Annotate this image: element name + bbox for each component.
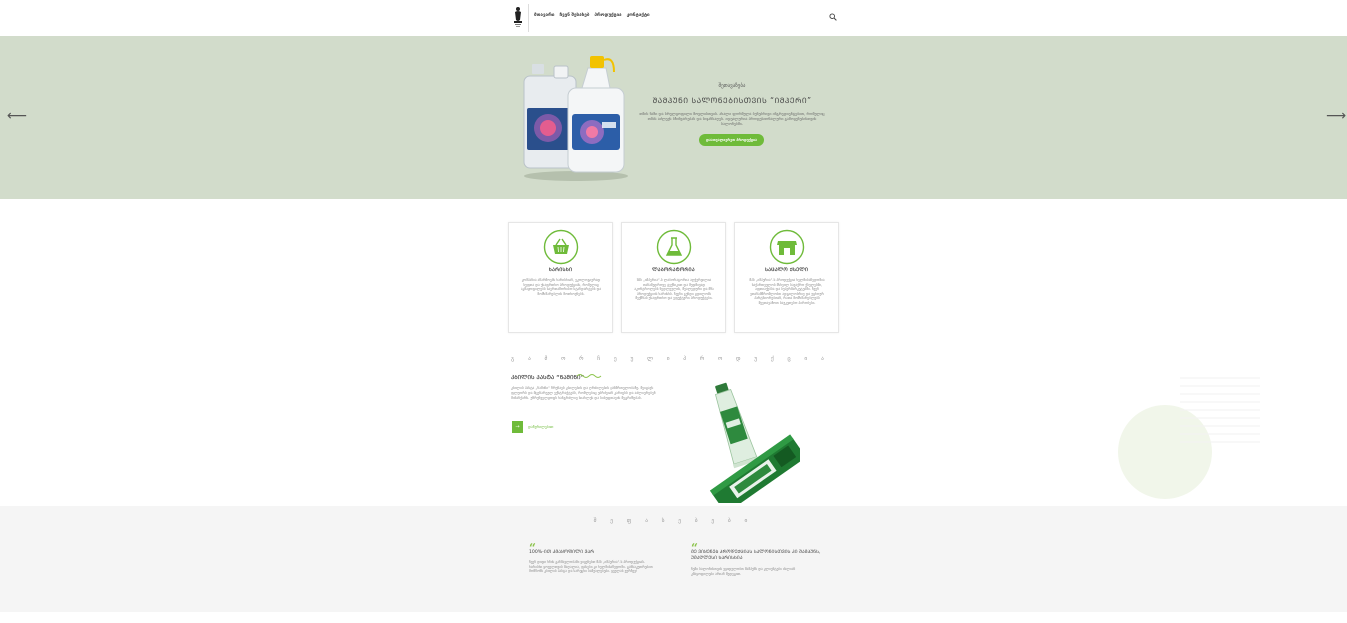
hero-description: თმის ნაზი და სრულყოფილი მოვლისთვის. ახალ…	[639, 111, 825, 126]
testimonial-text: ჩვენ დიდი ხნის განმავლობაში ვიყენებთ შპს…	[529, 560, 653, 574]
feature-title: ᲡᲐᲪᲐᲚᲝ ᲥᲡᲔᲚᲘ	[764, 268, 809, 273]
store-icon	[769, 229, 805, 265]
feature-text: შპს „იმპერია“-ს ლაბორატორია აღჭურვილია თ…	[634, 278, 714, 301]
shampoo-canisters-image	[523, 56, 628, 181]
hero-title: ᲨᲐᲛᲞᲣᲜᲘ ᲡᲐᲚᲝᲜᲔᲑᲘᲡᲗᲕᲘᲡ “ᲘᲛᲞᲔᲠᲘ”	[652, 96, 812, 105]
site-header: მთავარი ჩვენ შესახებ პროდუქცია კონტაქტი	[0, 0, 1347, 36]
arrow-right-icon: →	[515, 424, 520, 430]
testimonials-section: შ ე ფ ა ს ე ბ ე ბ ი “ 100%-ᲘᲗ ᲙᲛᲐᲧᲝᲤᲘᲚᲘ …	[0, 506, 1347, 612]
feature-card-quality: ᲮᲐᲠᲘᲡᲮᲘ კომპანია აწარმოებს ხარისხიან, ეკ…	[508, 222, 613, 333]
slider-prev-arrow-icon[interactable]: ⟵	[7, 109, 27, 123]
slider-next-arrow-icon[interactable]: ⟶	[1326, 109, 1346, 123]
decorative-background-shapes	[1118, 377, 1260, 499]
hero-cta-button[interactable]: დაათვალიერეთ პროდუქცია	[699, 134, 764, 146]
feature-title: ᲮᲐᲠᲘᲡᲮᲘ	[548, 268, 573, 273]
toothpaste-icon	[709, 382, 800, 503]
nav-item-about[interactable]: ჩვენ შესახებ	[559, 13, 589, 18]
testimonials-title: შ ე ფ ა ს ე ბ ე ბ ი	[593, 518, 754, 524]
logo-divider	[528, 4, 529, 32]
feature-text: კომპანია აწარმოებს ხარისხიან, ეკოლოგიურა…	[520, 278, 602, 296]
featured-section-title: გ ა მ ო რ ჩ ე უ ლ ი პ რ ო დ უ ქ ც ი ა	[511, 356, 830, 362]
feature-title: ᲚᲐᲑᲝᲠᲐᲢᲝᲠᲘᲐ	[652, 268, 695, 273]
testimonial-heading: 100%-ᲘᲗ ᲙᲛᲐᲧᲝᲤᲘᲚᲘ ᲕᲐᲠ	[529, 550, 595, 555]
flask-icon	[656, 229, 692, 265]
basket-icon	[543, 229, 579, 265]
nav-item-contact[interactable]: კონტაქტი	[627, 13, 650, 18]
featured-product-title: ᲙᲑᲘᲚᲘᲡ ᲞᲐᲡᲢᲐ “ᲜᲐᲛᲘᲜᲘ”	[511, 375, 585, 381]
feature-card-laboratory: ᲚᲐᲑᲝᲠᲐᲢᲝᲠᲘᲐ შპს „იმპერია“-ს ლაბორატორია …	[621, 222, 726, 333]
testimonial-heading: ᲛᲔ ᲕᲘᲧᲔᲜᲔᲑ ᲞᲠᲝᲓᲣᲥᲪᲘᲐᲡ ᲡᲐᲚᲝᲜᲘᲡᲗᲕᲘᲡ ᲙᲘ ᲨᲐᲛ…	[691, 550, 821, 561]
nav-item-home[interactable]: მთავარი	[534, 13, 554, 18]
read-more-button[interactable]: →	[512, 421, 523, 433]
nav-item-products[interactable]: პროდუქცია	[594, 13, 621, 18]
hero-slider: ⟵ ⟶ შეთავაზება ᲨᲐᲛᲞᲣᲜᲘ ᲡᲐᲚᲝᲜᲔᲑᲘᲡᲗᲕᲘᲡ “ᲘᲛ…	[0, 36, 1347, 199]
main-nav: მთავარი ჩვენ შესახებ პროდუქცია კონტაქტი	[534, 13, 650, 18]
feature-text: შპს „იმპერია“-ს პროდუქცია ხელმისაწვდომია…	[749, 278, 825, 305]
featured-product-description: კბილის პასტა „ნამინი“ ზრუნავს კბილების დ…	[511, 386, 656, 400]
search-icon[interactable]	[829, 13, 837, 21]
testimonial-text: ჩემი სალონისთვის ვყიდულობთ შამპუნს და კლ…	[691, 567, 796, 576]
logo-icon[interactable]	[511, 6, 525, 28]
wave-divider-icon	[576, 374, 602, 378]
hero-eyebrow: შეთავაზება	[718, 83, 746, 89]
read-more-link[interactable]: დაწვრილებით	[528, 425, 553, 429]
feature-card-retail: ᲡᲐᲪᲐᲚᲝ ᲥᲡᲔᲚᲘ შპს „იმპერია“-ს პროდუქცია ხ…	[734, 222, 839, 333]
